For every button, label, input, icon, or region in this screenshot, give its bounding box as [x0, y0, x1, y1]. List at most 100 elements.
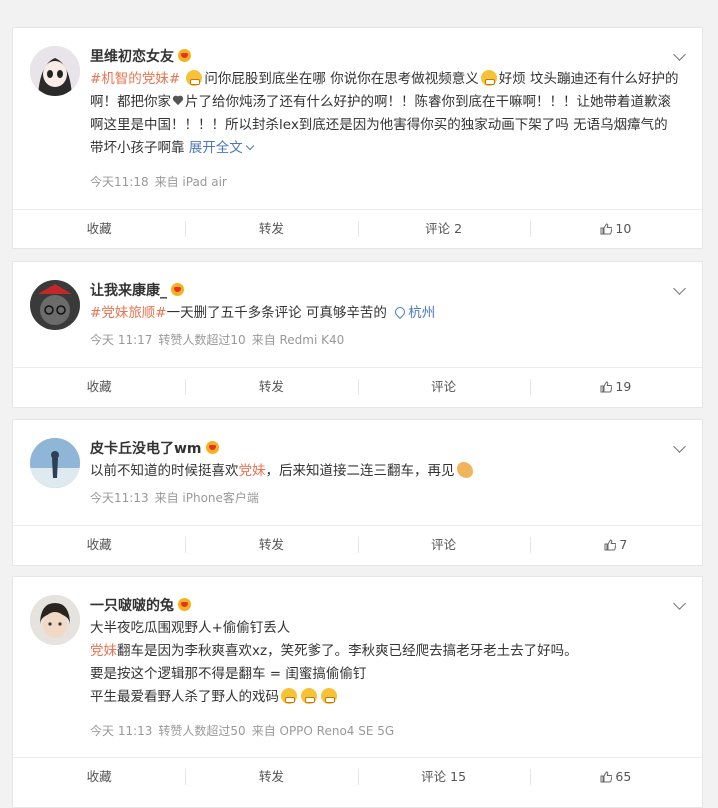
chevron-down-icon — [245, 141, 255, 151]
chevron-down-icon[interactable] — [673, 597, 686, 610]
timestamp[interactable]: 今天11:18 — [90, 175, 149, 189]
heart-icon — [172, 96, 184, 106]
highlight-keyword: 党妹 — [90, 643, 117, 659]
share-button[interactable]: 转发 — [185, 368, 357, 406]
thumbs-up-icon — [600, 381, 613, 393]
username-text: 一只啵啵的兔 — [90, 598, 174, 614]
share-button[interactable]: 转发 — [185, 210, 357, 248]
source: 来自 Redmi K40 — [251, 333, 345, 347]
like-count: 65 — [615, 769, 632, 784]
post-meta: 今天11:13 来自 iPhone客户端 — [90, 489, 265, 506]
comment-button[interactable]: 评论 — [357, 526, 530, 564]
grin-emoji-icon — [321, 688, 337, 704]
crown-badge-icon — [178, 49, 191, 62]
username[interactable]: 里维初恋女友 — [90, 46, 191, 66]
grin-emoji-icon — [186, 70, 203, 86]
action-bar: 收藏 转发 评论 2 10 — [13, 209, 702, 248]
topic-part: # — [168, 71, 181, 87]
share-button[interactable]: 转发 — [185, 526, 357, 564]
chevron-down-icon[interactable] — [673, 48, 686, 61]
repost-count-note: 转赞人数超过50 — [158, 724, 246, 738]
favorite-label: 收藏 — [86, 221, 112, 236]
share-label: 转发 — [258, 221, 284, 236]
post-text: #机智的党妹# 问你屁股到底坐在哪 你说你在思考做视频意义 好烦 坟头蹦迪还有什么… — [90, 68, 682, 160]
share-label: 转发 — [258, 537, 284, 552]
username[interactable]: 让我来康康_ — [90, 280, 184, 300]
topic-part: # — [90, 305, 102, 321]
favorite-button[interactable]: 收藏 — [13, 758, 185, 796]
like-count: 10 — [615, 221, 632, 236]
like-button[interactable]: 65 — [529, 758, 702, 796]
repost-count-note: 转赞人数超过10 — [158, 333, 246, 347]
comment-label: 评论 — [431, 537, 457, 552]
topic-link[interactable]: #党妹旅顺# — [90, 305, 167, 321]
comment-button[interactable]: 评论 15 — [357, 758, 530, 796]
location-label: 杭州 — [408, 305, 436, 321]
favorite-label: 收藏 — [86, 379, 112, 394]
avatar[interactable] — [30, 280, 80, 330]
like-button[interactable]: 10 — [529, 210, 702, 248]
timestamp[interactable]: 今天 11:17 — [90, 333, 152, 347]
chevron-down-icon[interactable] — [673, 440, 686, 453]
text-line: 平生最爱看野人杀了野人的戏码 — [90, 686, 682, 709]
chevron-down-icon[interactable] — [673, 282, 686, 295]
post-text: #党妹旅顺#一天删了五千多条评论 可真够辛苦的 杭州 — [90, 302, 682, 325]
favorite-button[interactable]: 收藏 — [13, 526, 185, 564]
topic-part: #机智的 — [90, 71, 142, 87]
highlight-keyword: 党妹 — [141, 71, 169, 87]
post-text: 大半夜吃瓜围观野人+偷偷钉丢人 党妹翻车是因为李秋爽喜欢xz，笑死爹了。李秋爽已… — [90, 617, 682, 709]
favorite-button[interactable]: 收藏 — [13, 210, 185, 248]
like-count: 19 — [615, 379, 632, 394]
like-button[interactable]: 7 — [529, 526, 702, 564]
text-segment: 要是按这个逻辑那不得是翻车 = 闺蜜搞偷偷钉 — [90, 666, 367, 682]
thumbs-up-icon — [600, 223, 613, 235]
comment-button[interactable]: 评论 2 — [357, 210, 530, 248]
thumbs-up-icon — [604, 539, 617, 551]
avatar[interactable] — [30, 438, 80, 488]
comment-label: 评论 2 — [425, 221, 463, 236]
username-text: 让我来康康_ — [90, 283, 167, 299]
text-segment: ，后来知道接二连三翻车，再见 — [265, 463, 455, 479]
source: 来自 OPPO Reno4 SE 5G — [251, 724, 395, 738]
username-text: 皮卡丘没电了wm — [90, 441, 202, 457]
share-button[interactable]: 转发 — [185, 758, 357, 796]
crown-badge-icon — [171, 283, 184, 296]
post-card: 里维初恋女友 #机智的党妹# 问你屁股到底坐在哪 你说你在思考做视频意义 好烦 坟… — [12, 27, 703, 249]
comment-label: 评论 — [431, 379, 457, 394]
timestamp[interactable]: 今天11:13 — [90, 491, 149, 505]
shock-emoji-icon — [480, 70, 497, 86]
like-button[interactable]: 19 — [529, 368, 702, 406]
comment-label: 评论 15 — [421, 769, 467, 784]
like-count: 7 — [619, 537, 628, 552]
post-meta: 今天11:18 来自 iPad air — [90, 173, 233, 190]
favorite-button[interactable]: 收藏 — [13, 368, 185, 406]
text-segment: 翻车是因为李秋爽喜欢xz，笑死爹了。李秋爽已经爬去搞老牙老土去了好吗。 — [117, 643, 578, 659]
post-card: 让我来康康_ #党妹旅顺#一天删了五千多条评论 可真够辛苦的 杭州 今天 11:… — [12, 261, 703, 408]
share-label: 转发 — [258, 769, 284, 784]
favorite-label: 收藏 — [86, 537, 112, 552]
location-pin-icon — [393, 304, 408, 320]
highlight-keyword: 党妹 — [101, 305, 129, 321]
text-segment: 以前不知道的时候挺喜欢 — [90, 463, 239, 479]
avatar[interactable] — [30, 595, 80, 645]
text-line: 党妹翻车是因为李秋爽喜欢xz，笑死爹了。李秋爽已经爬去搞老牙老土去了好吗。 — [90, 640, 682, 663]
text-segment: 大半夜吃瓜围观野人+偷偷钉丢人 — [90, 620, 291, 636]
comment-button[interactable]: 评论 — [357, 368, 530, 406]
grin-emoji-icon — [301, 688, 317, 704]
post-meta: 今天 11:13 转赞人数超过50 来自 OPPO Reno4 SE 5G — [90, 722, 400, 739]
text-segment: 一天删了五千多条评论 可真够辛苦的 — [166, 305, 392, 321]
grin-emoji-icon — [281, 688, 297, 704]
post-text: 以前不知道的时候挺喜欢党妹，后来知道接二连三翻车，再见 — [90, 460, 682, 483]
text-line: 大半夜吃瓜围观野人+偷偷钉丢人 — [90, 617, 682, 640]
username[interactable]: 皮卡丘没电了wm — [90, 438, 219, 458]
username[interactable]: 一只啵啵的兔 — [90, 595, 191, 615]
topic-link[interactable]: #机智的党妹# — [90, 71, 180, 87]
location-link[interactable]: 杭州 — [391, 304, 436, 321]
timestamp[interactable]: 今天 11:13 — [90, 724, 152, 738]
avatar[interactable] — [30, 46, 80, 96]
action-bar: 收藏 转发 评论 7 — [13, 525, 702, 564]
topic-part: 旅顺# — [128, 305, 167, 321]
expand-link[interactable]: 展开全文 — [189, 140, 255, 156]
post-card: 一只啵啵的兔 大半夜吃瓜围观野人+偷偷钉丢人 党妹翻车是因为李秋爽喜欢xz，笑死… — [12, 576, 703, 808]
crown-badge-icon — [205, 441, 219, 454]
